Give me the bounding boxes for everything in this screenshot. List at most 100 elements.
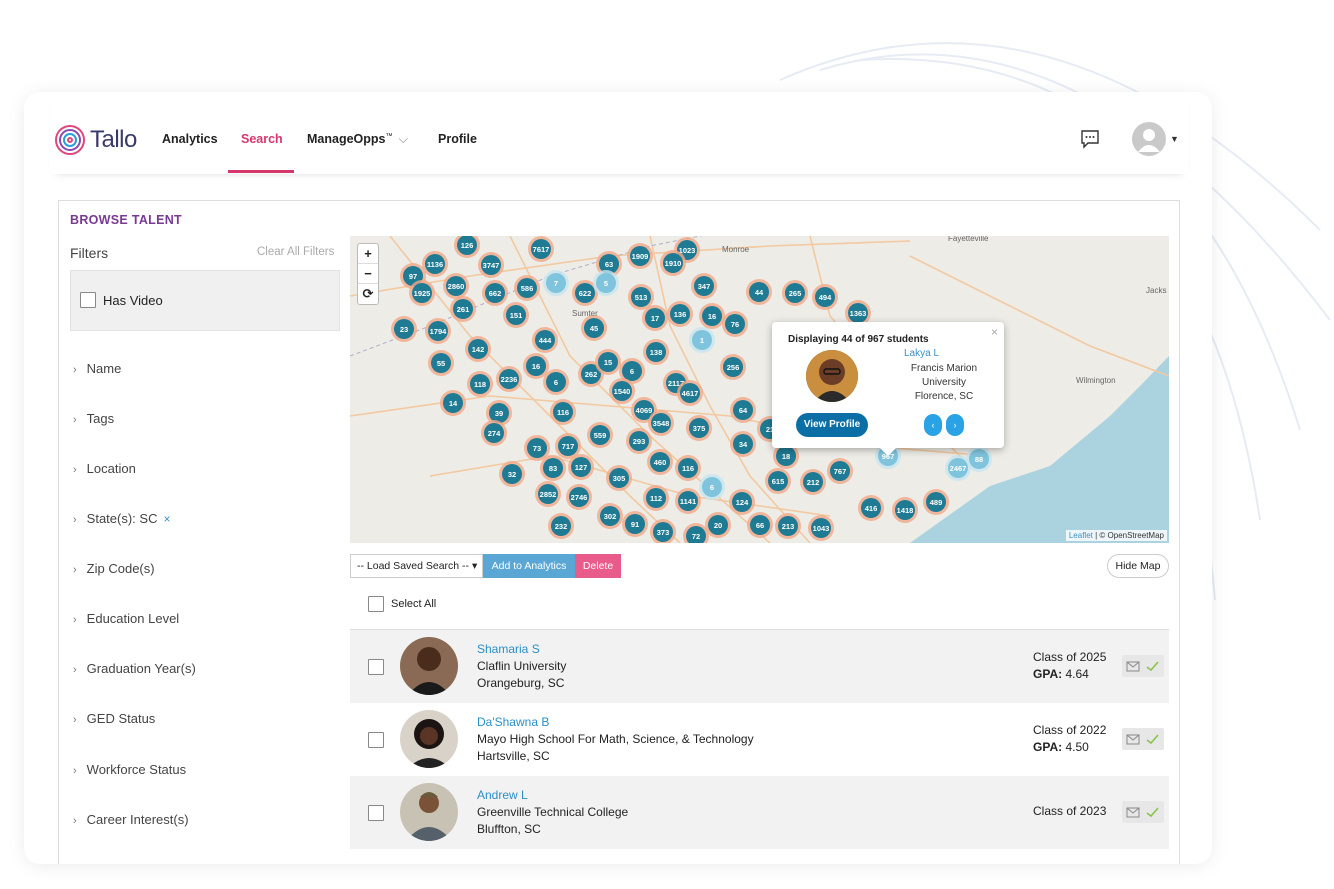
has-video-checkbox[interactable] xyxy=(80,292,96,308)
table-row[interactable]: Da'Shawna B Mayo High School For Math, S… xyxy=(350,703,1169,776)
cluster-marker[interactable]: 91 xyxy=(622,511,648,537)
cluster-marker[interactable]: 1141 xyxy=(675,488,701,514)
cluster-marker[interactable]: 1136 xyxy=(422,251,448,277)
cluster-marker[interactable]: 151 xyxy=(503,302,529,328)
cluster-marker[interactable]: 45 xyxy=(581,315,607,341)
view-profile-button[interactable]: View Profile xyxy=(796,413,868,437)
cluster-marker[interactable]: 138 xyxy=(643,339,669,365)
cluster-marker[interactable]: 4617 xyxy=(677,380,703,406)
zoom-in-button[interactable]: + xyxy=(358,244,378,264)
filter-workforce-status[interactable]: › Workforce Status xyxy=(73,762,186,777)
load-saved-search-select[interactable]: -- Load Saved Search -- ▾ xyxy=(350,554,483,578)
cluster-marker[interactable]: 662 xyxy=(482,280,508,306)
student-name-link[interactable]: Da'Shawna B xyxy=(477,715,549,729)
cluster-marker[interactable]: 6 xyxy=(543,369,569,395)
nav-manageopps[interactable]: ManageOpps™ ⌵ xyxy=(307,132,408,147)
cluster-marker[interactable]: 5 xyxy=(593,270,619,296)
reset-view-button[interactable]: ⟳ xyxy=(358,284,378,304)
nav-analytics[interactable]: Analytics xyxy=(162,132,218,146)
cluster-marker[interactable]: 14 xyxy=(440,390,466,416)
cluster-marker[interactable]: 55 xyxy=(428,350,454,376)
map-canvas[interactable]: 126 76171136 37479728601925 662586622 513190… xyxy=(350,236,1169,543)
cluster-marker[interactable]: 460 xyxy=(647,449,673,475)
cluster-marker[interactable]: 116 xyxy=(675,455,701,481)
cluster-marker[interactable]: 1925 xyxy=(409,280,435,306)
cluster-marker[interactable]: 66 xyxy=(747,512,773,538)
select-all-checkbox[interactable] xyxy=(368,596,384,612)
cluster-marker[interactable]: 6 xyxy=(699,474,725,500)
filter-zip-codes[interactable]: › Zip Code(s) xyxy=(73,561,155,576)
cluster-marker[interactable]: 2236 xyxy=(496,366,522,392)
filter-career-interests[interactable]: › Career Interest(s) xyxy=(73,812,189,827)
cluster-marker[interactable]: 559 xyxy=(587,422,613,448)
cluster-marker[interactable]: 373 xyxy=(650,519,676,543)
cluster-marker[interactable]: 124 xyxy=(729,489,755,515)
filter-tags[interactable]: › Tags xyxy=(73,411,114,426)
hide-map-button[interactable]: Hide Map xyxy=(1107,554,1169,578)
cluster-marker[interactable]: 489 xyxy=(923,489,949,515)
cluster-marker[interactable]: 1910 xyxy=(660,250,686,276)
cluster-marker[interactable]: 302 xyxy=(597,503,623,529)
tallo-logo[interactable]: Tallo xyxy=(54,122,137,158)
cluster-marker[interactable]: 232 xyxy=(548,513,574,539)
cluster-marker[interactable]: 23 xyxy=(391,316,417,342)
cluster-marker[interactable]: 261 xyxy=(450,296,476,322)
cluster-marker[interactable]: 375 xyxy=(686,415,712,441)
cluster-marker[interactable]: 127 xyxy=(568,454,594,480)
avatar-caret-icon[interactable]: ▼ xyxy=(1170,134,1179,144)
nav-search[interactable]: Search xyxy=(241,132,283,146)
remove-filter-icon[interactable]: × xyxy=(163,512,170,526)
student-photo[interactable] xyxy=(806,350,858,402)
cluster-marker[interactable]: 118 xyxy=(467,371,493,397)
leaflet-link[interactable]: Leaflet xyxy=(1069,531,1093,540)
cluster-marker[interactable]: 1540 xyxy=(609,378,635,404)
cluster-marker[interactable]: 76 xyxy=(722,311,748,337)
envelope-icon[interactable] xyxy=(1122,801,1164,823)
student-name-link[interactable]: Shamaria S xyxy=(477,642,540,656)
cluster-marker[interactable]: 2746 xyxy=(566,484,592,510)
student-avatar[interactable] xyxy=(400,710,458,768)
cluster-marker[interactable]: 444 xyxy=(532,327,558,353)
popup-close-button[interactable]: × xyxy=(991,325,998,339)
cluster-marker[interactable]: 2860 xyxy=(443,273,469,299)
cluster-marker[interactable]: 34 xyxy=(730,431,756,457)
user-avatar[interactable] xyxy=(1132,122,1166,156)
student-name-link[interactable]: Andrew L xyxy=(477,788,528,802)
zoom-out-button[interactable]: − xyxy=(358,264,378,284)
cluster-marker[interactable]: 126 xyxy=(454,236,480,258)
cluster-marker[interactable]: 767 xyxy=(827,458,853,484)
cluster-marker[interactable]: 615 xyxy=(765,468,791,494)
filter-ged-status[interactable]: › GED Status xyxy=(73,711,155,726)
cluster-marker[interactable]: 17 xyxy=(642,305,668,331)
cluster-marker[interactable]: 305 xyxy=(606,465,632,491)
cluster-marker[interactable]: 7 xyxy=(543,270,569,296)
cluster-marker[interactable]: 16 xyxy=(699,303,725,329)
cluster-marker[interactable]: 494 xyxy=(812,284,838,310)
envelope-icon[interactable] xyxy=(1122,728,1164,750)
clear-all-filters-link[interactable]: Clear All Filters xyxy=(257,246,334,258)
filter-name[interactable]: › Name xyxy=(73,361,121,376)
filter-states[interactable]: › State(s): SC × xyxy=(73,511,170,526)
cluster-marker[interactable]: 1418 xyxy=(892,497,918,523)
table-row[interactable]: Shamaria S Claflin University Orangeburg… xyxy=(350,630,1169,703)
nav-profile[interactable]: Profile xyxy=(438,132,477,146)
cluster-marker[interactable]: 586 xyxy=(514,275,540,301)
cluster-marker[interactable]: 416 xyxy=(858,495,884,521)
row-checkbox[interactable] xyxy=(368,805,384,821)
cluster-marker[interactable]: 116 xyxy=(550,399,576,425)
cluster-marker[interactable]: 2852 xyxy=(535,481,561,507)
cluster-marker[interactable]: 32 xyxy=(499,461,525,487)
row-checkbox[interactable] xyxy=(368,659,384,675)
cluster-marker[interactable]: 1794 xyxy=(425,318,451,344)
filter-location[interactable]: › Location xyxy=(73,461,136,476)
filter-graduation-years[interactable]: › Graduation Year(s) xyxy=(73,661,196,676)
popup-next-button[interactable]: › xyxy=(946,414,964,436)
cluster-marker[interactable]: 256 xyxy=(720,354,746,380)
cluster-marker[interactable]: 274 xyxy=(481,420,507,446)
envelope-icon[interactable] xyxy=(1122,655,1164,677)
filter-education-level[interactable]: › Education Level xyxy=(73,611,179,626)
cluster-marker[interactable]: 293 xyxy=(626,428,652,454)
add-to-analytics-button[interactable]: Add to Analytics xyxy=(483,554,575,578)
student-avatar[interactable] xyxy=(400,783,458,841)
table-row[interactable]: Andrew L Greenville Technical College Bl… xyxy=(350,776,1169,849)
